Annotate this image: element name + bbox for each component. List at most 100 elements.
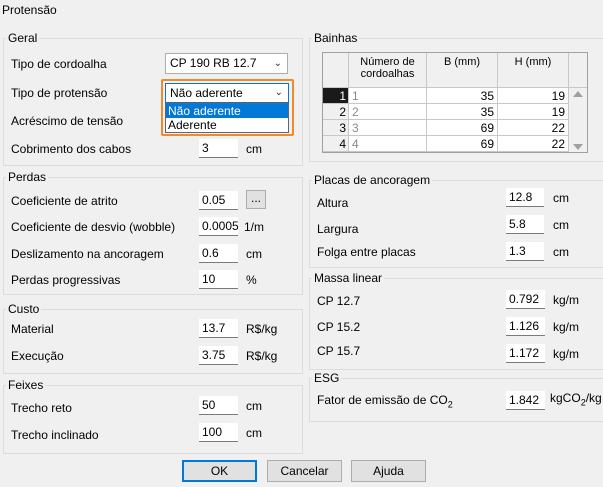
material-label: Material	[11, 322, 54, 336]
cp152-label: CP 15.2	[317, 320, 361, 334]
scroll-up-icon[interactable]	[573, 91, 583, 97]
cobrimento-unit: cm	[246, 142, 262, 156]
tipo-protensao-dropdown-list: Não aderente Aderente	[165, 103, 289, 133]
table-cell-num[interactable]: 1	[349, 88, 427, 104]
material-unit: R$/kg	[246, 322, 278, 336]
acrescimo-label: Acréscimo de tensão	[11, 114, 124, 128]
trecho-reto-unit: cm	[246, 399, 262, 413]
folga-label: Folga entre placas	[317, 245, 416, 259]
placas-title: Placas de ancoragem	[312, 173, 433, 187]
material-input[interactable]: 13.7	[199, 319, 238, 338]
cobrimento-input[interactable]: 3	[199, 139, 238, 158]
cp157-input[interactable]: 1.172	[506, 344, 545, 363]
atrito-label: Coeficiente de atrito	[11, 194, 118, 208]
tipo-protensao-select[interactable]: Não aderente ⌄	[165, 83, 289, 103]
help-button[interactable]: Ajuda	[351, 460, 426, 482]
fator-unit-pre: kgCO	[550, 391, 581, 405]
perdas-title: Perdas	[6, 170, 49, 184]
tipo-cordoalha-label: Tipo de cordoalha	[11, 57, 107, 71]
row-index[interactable]: 4	[323, 136, 349, 152]
cp127-label: CP 12.7	[317, 294, 361, 308]
fator-emissao-input[interactable]: 1.842	[506, 391, 545, 410]
table-cell-h[interactable]: 19	[498, 104, 569, 120]
atrito-input[interactable]: 0.05	[199, 191, 238, 210]
cancel-button[interactable]: Cancelar	[267, 460, 342, 482]
deslizamento-unit: cm	[246, 247, 262, 261]
execucao-label: Execução	[11, 349, 64, 363]
dropdown-option-aderente[interactable]: Aderente	[166, 118, 288, 132]
header-b: B (mm)	[427, 53, 498, 88]
custo-group	[3, 309, 303, 374]
cp127-input[interactable]: 0.792	[506, 290, 545, 309]
desvio-label: Coeficiente de desvio (wobble)	[11, 220, 176, 234]
table-cell-b[interactable]: 35	[427, 104, 498, 120]
table-cell-b[interactable]: 69	[427, 136, 498, 152]
deslizamento-label: Deslizamento na ancoragem	[11, 247, 164, 261]
chevron-down-icon: ⌄	[274, 87, 283, 98]
cp157-unit: kg/m	[553, 347, 580, 361]
largura-input[interactable]: 5.8	[506, 215, 544, 234]
execucao-unit: R$/kg	[246, 349, 278, 363]
bainhas-table[interactable]: Número de cordoalhas B (mm) H (mm) 1 1 3…	[322, 52, 588, 153]
table-cell-b[interactable]: 69	[427, 120, 498, 136]
trecho-inclinado-label: Trecho inclinado	[11, 428, 99, 442]
altura-input[interactable]: 12.8	[506, 188, 544, 207]
altura-label: Altura	[317, 196, 349, 210]
chevron-down-icon: ⌄	[273, 58, 282, 69]
feixes-group	[3, 385, 303, 454]
perdas-progressivas-unit: %	[246, 273, 257, 287]
scroll-down-icon[interactable]	[573, 144, 583, 150]
trecho-reto-input[interactable]: 50	[199, 396, 238, 415]
perdas-progressivas-label: Perdas progressivas	[11, 273, 121, 287]
tipo-cordoalha-select[interactable]: CP 190 RB 12.7 ⌄	[165, 53, 288, 74]
window-title: Protensão	[2, 3, 57, 17]
table-cell-h[interactable]: 19	[498, 88, 569, 104]
dropdown-option-nao-aderente[interactable]: Não aderente	[166, 104, 288, 118]
table-cell-h[interactable]: 22	[498, 136, 569, 152]
fator-emissao-label-text: Fator de emissão de CO	[317, 393, 448, 407]
feixes-title: Feixes	[6, 378, 46, 392]
custo-title: Custo	[6, 302, 42, 316]
altura-unit: cm	[553, 191, 569, 205]
row-index[interactable]: 3	[323, 120, 349, 136]
tipo-protensao-value: Não aderente	[170, 86, 243, 100]
header-num-cordoalhas: Número de cordoalhas	[349, 53, 427, 88]
fator-emissao-label: Fator de emissão de CO2	[317, 393, 453, 409]
cobrimento-label: Cobrimento dos cabos	[11, 142, 132, 156]
table-cell-num[interactable]: 3	[349, 120, 427, 136]
table-cell-b[interactable]: 35	[427, 88, 498, 104]
table-cell-h[interactable]: 22	[498, 120, 569, 136]
deslizamento-input[interactable]: 0.6	[199, 244, 238, 263]
table-cell-num[interactable]: 4	[349, 136, 427, 152]
table-corner	[323, 53, 349, 88]
folga-unit: cm	[553, 245, 569, 259]
tipo-cordoalha-value: CP 190 RB 12.7	[170, 56, 257, 70]
fator-unit-post: /kg	[585, 391, 602, 405]
fator-emissao-label-sub: 2	[447, 399, 453, 410]
cp152-unit: kg/m	[553, 320, 580, 334]
cp127-unit: kg/m	[553, 293, 580, 307]
scrollbar-header	[569, 53, 587, 88]
ok-button[interactable]: OK	[182, 460, 257, 482]
largura-label: Largura	[317, 222, 359, 236]
geral-title: Geral	[6, 31, 40, 45]
cp152-input[interactable]: 1.126	[506, 317, 545, 336]
cp157-label: CP 15.7	[317, 344, 361, 358]
largura-unit: cm	[553, 218, 569, 232]
table-cell-num[interactable]: 2	[349, 104, 427, 120]
row-index[interactable]: 1	[323, 88, 349, 104]
massa-title: Massa linear	[312, 271, 385, 285]
header-h: H (mm)	[498, 53, 569, 88]
esg-title: ESG	[312, 371, 342, 385]
execucao-input[interactable]: 3.75	[199, 346, 238, 365]
desvio-input[interactable]: 0.0005	[199, 217, 238, 236]
trecho-inclinado-input[interactable]: 100	[199, 423, 238, 442]
bainhas-title: Bainhas	[312, 31, 360, 45]
perdas-progressivas-input[interactable]: 10	[199, 270, 238, 289]
folga-input[interactable]: 1.3	[506, 242, 544, 261]
trecho-inclinado-unit: cm	[246, 426, 262, 440]
table-scrollbar[interactable]	[569, 88, 587, 152]
atrito-more-button[interactable]: ...	[246, 190, 266, 209]
row-index[interactable]: 2	[323, 104, 349, 120]
tipo-protensao-label: Tipo de protensão	[11, 86, 108, 100]
